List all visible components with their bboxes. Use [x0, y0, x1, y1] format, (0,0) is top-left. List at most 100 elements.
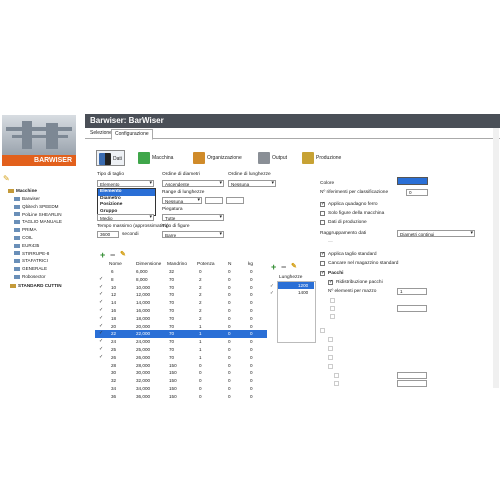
table-row[interactable]: ✓ 10 10,000 70 2 0 0 — [95, 284, 267, 292]
table-row[interactable]: ✓ 18 18,000 70 2 0 0 — [95, 315, 267, 323]
table-row[interactable]: 28 28,000 150 0 0 0 — [95, 362, 267, 370]
raggruppa-select[interactable]: Diametri continui — [397, 230, 475, 237]
row-check-icon[interactable]: ✓ — [99, 338, 103, 346]
length-row[interactable]: ✓ 1200 — [270, 282, 314, 289]
tipo-figure-select[interactable]: Barre — [162, 231, 224, 238]
piegatura-select[interactable]: Tutte — [162, 214, 224, 221]
table-row[interactable]: ✓ 12 12,000 70 2 0 0 — [95, 291, 267, 299]
tree-item-standard-cutting[interactable]: STANDARD CUTTIN — [10, 283, 62, 288]
table-cell: 0 — [250, 323, 253, 329]
table-row[interactable]: 34 34,000 150 0 0 0 — [95, 385, 267, 393]
lunghezze-list[interactable]: ✓ 1200 ✓ 1400 — [270, 281, 316, 343]
col-header-nome[interactable]: Nome — [109, 262, 122, 267]
toolbar-macchina-button[interactable]: Macchina — [138, 150, 173, 166]
col-header-mandrino[interactable]: Mandrino — [167, 262, 187, 267]
pacchi-checkbox[interactable] — [320, 270, 325, 276]
toolbar-output-button[interactable]: Output — [258, 150, 287, 166]
toolbar-produzione-button[interactable]: Produzione — [302, 150, 341, 166]
row-check-icon[interactable]: ✓ — [99, 323, 103, 331]
tree-item[interactable]: COIL — [14, 235, 33, 240]
table-row[interactable]: ✓ 20 20,000 70 1 0 0 — [95, 323, 267, 331]
tree-item[interactable]: Robosector — [14, 274, 46, 279]
table-row[interactable]: ✓ 22 22,000 70 1 0 0 — [95, 330, 267, 339]
tree-item[interactable]: STIRRUPE-8 — [14, 251, 49, 256]
option-checkbox[interactable] — [320, 251, 325, 257]
row-check-icon[interactable]: ✓ — [99, 330, 103, 338]
scrollbar[interactable] — [493, 128, 499, 388]
row-check-icon[interactable]: ✓ — [99, 299, 103, 307]
tree-item[interactable]: TAGLIO MANUALE — [14, 219, 62, 224]
table-cell: 0 — [199, 378, 202, 384]
ordine-lunghezze-select[interactable]: Nessuna — [228, 180, 276, 187]
table-row[interactable]: 32 32,000 150 0 0 0 — [95, 377, 267, 385]
tree-item[interactable]: PolLine SHEARLIN — [14, 212, 62, 217]
tree-item[interactable]: Barwiser — [14, 196, 40, 201]
option-checkbox[interactable] — [320, 220, 325, 225]
table-row[interactable]: 6 6,000 32 0 0 0 — [95, 268, 267, 276]
add-icon[interactable]: + — [100, 250, 105, 260]
table-row[interactable]: ✓ 25 25,000 70 1 0 0 — [95, 346, 267, 354]
row-check-icon[interactable]: ✓ — [99, 284, 103, 292]
tempo-input[interactable]: 3600 — [97, 231, 119, 238]
pencil-icon[interactable]: ✎ — [3, 174, 10, 183]
range-lunghezze-select[interactable]: Nessuna — [162, 197, 202, 204]
tree-item[interactable]: STAFATRICI — [14, 258, 48, 263]
length-check-icon[interactable]: ✓ — [270, 289, 274, 296]
table-cell: 0 — [250, 292, 253, 298]
row-check-icon[interactable]: ✓ — [99, 346, 103, 354]
table-row[interactable]: 30 30,000 150 0 0 0 — [95, 369, 267, 377]
tipo-taglio-dropdown[interactable]: Elemento Diametro Posizione Gruppo — [97, 188, 156, 216]
remove-icon[interactable]: − — [110, 250, 115, 260]
edit-icon[interactable]: ✎ — [120, 250, 126, 258]
row-check-icon[interactable]: ✓ — [99, 291, 103, 299]
machine-icon — [14, 251, 20, 256]
table-row[interactable]: ✓ 24 24,000 70 1 0 0 — [95, 338, 267, 346]
add-length-icon[interactable]: + — [271, 262, 276, 272]
table-cell: 1 — [199, 339, 202, 345]
ordine-diametri-select[interactable]: Ascendente — [162, 180, 224, 187]
table-cell: 34 — [111, 386, 117, 391]
edit-length-icon[interactable]: ✎ — [291, 262, 297, 270]
option-checkbox[interactable] — [320, 211, 325, 216]
range-max-input[interactable] — [226, 197, 244, 204]
length-check-icon[interactable]: ✓ — [270, 282, 274, 289]
range-min-input[interactable] — [205, 197, 223, 204]
ridistribuzione-checkbox[interactable] — [328, 279, 333, 285]
option-checkbox[interactable] — [320, 201, 325, 207]
table-row[interactable]: ✓ 26 26,000 70 1 0 0 — [95, 354, 267, 362]
toolbar-dati-button[interactable]: Dati — [96, 150, 125, 166]
toolbar-organizzazione-button[interactable]: Organizzazione — [193, 150, 242, 166]
table-row[interactable]: ✓ 16 16,000 70 2 0 0 — [95, 307, 267, 315]
table-cell: 10,000 — [136, 284, 151, 290]
table-cell: 0 — [250, 284, 253, 290]
tree-item[interactable]: PRIMA — [14, 227, 37, 232]
elementi-input[interactable]: 1 — [397, 288, 427, 295]
col-header-potenza[interactable]: Potenza — [197, 262, 215, 267]
media-select[interactable]: Medio — [97, 214, 154, 221]
table-row[interactable]: ✓ 8 8,000 70 2 0 0 — [95, 276, 267, 284]
tree-item[interactable]: Qbitech SPEEDM — [14, 204, 59, 209]
col-header-kg[interactable]: kg — [248, 262, 253, 267]
row-check-icon[interactable]: ✓ — [99, 276, 103, 284]
col-header-dimensione[interactable]: Dimensione — [136, 262, 161, 267]
table-cell: 70 — [169, 284, 175, 290]
row-check-icon[interactable]: ✓ — [99, 307, 103, 315]
tree-item[interactable]: GENERALE — [14, 266, 47, 271]
table-row[interactable]: ✓ 14 14,000 70 2 0 0 — [95, 299, 267, 307]
tipo-taglio-select[interactable]: Elemento — [97, 180, 154, 187]
col-header-n[interactable]: N — [228, 262, 231, 267]
row-check-icon[interactable]: ✓ — [99, 315, 103, 323]
option-label: Dati di produzione — [328, 220, 367, 225]
tab-configurazione[interactable]: Configurazione — [111, 129, 153, 140]
tree-item[interactable]: EUR435 — [14, 243, 39, 248]
table-row[interactable]: 36 36,000 150 0 0 0 — [95, 393, 267, 401]
remove-length-icon[interactable]: − — [281, 262, 286, 272]
riferimenti-input[interactable]: 0 — [406, 189, 428, 196]
data-icon — [99, 152, 111, 165]
option-checkbox[interactable] — [320, 261, 325, 266]
color-swatch[interactable] — [397, 177, 428, 185]
table-cell: 28 — [111, 362, 117, 368]
tree-root-macchine[interactable]: Macchine — [8, 188, 37, 193]
length-row[interactable]: ✓ 1400 — [270, 289, 314, 296]
row-check-icon[interactable]: ✓ — [99, 354, 103, 362]
